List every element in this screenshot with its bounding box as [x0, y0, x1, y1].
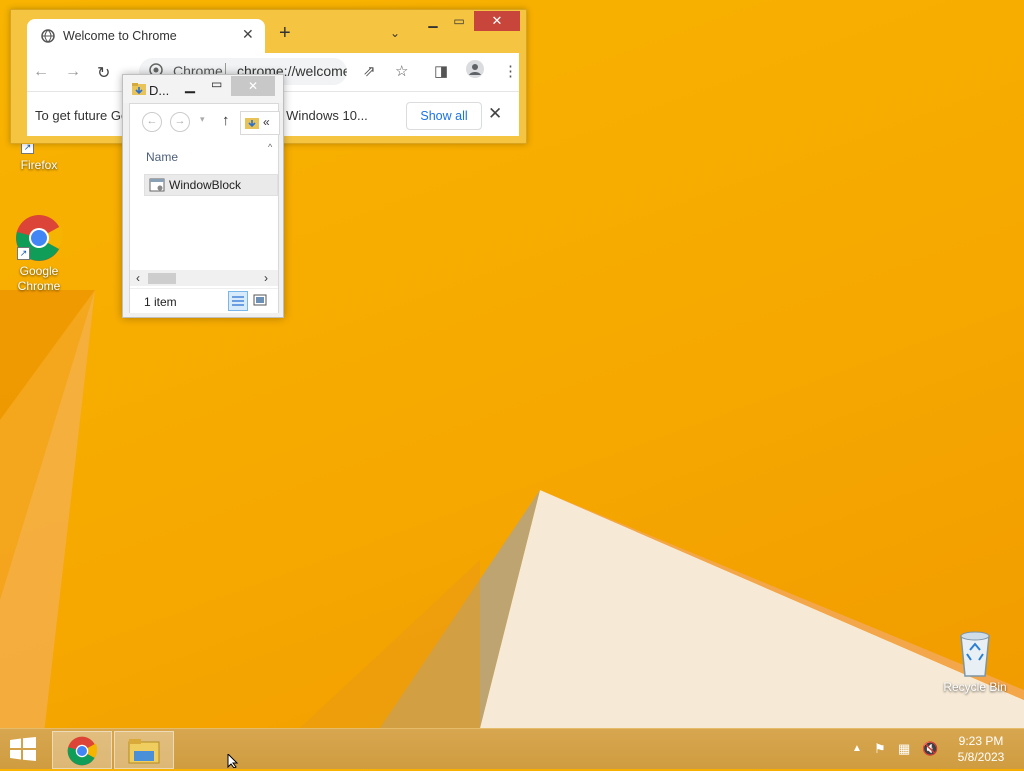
share-icon[interactable]: ⇗ [363, 62, 376, 80]
chrome-icon: ↗ [15, 214, 64, 262]
application-icon [149, 178, 165, 195]
folder-icon [128, 737, 160, 768]
scroll-thumb[interactable] [148, 273, 176, 284]
status-bar: 1 item [130, 288, 278, 313]
close-button[interactable]: ✕ [231, 76, 275, 96]
close-button[interactable]: ✕ [474, 11, 520, 31]
network-icon[interactable]: ▦ [898, 741, 910, 757]
close-icon[interactable]: ✕ [242, 26, 254, 43]
file-explorer-window: D... ▁ ▭ ✕ ← → ▾ ↑ « Name ^ WindowBlock [122, 74, 284, 318]
desktop-icon-label: Firefox [20, 158, 58, 172]
taskbar-file-explorer[interactable] [114, 731, 174, 769]
recycle-bin-icon [957, 630, 993, 678]
reload-icon[interactable]: ↻ [97, 63, 110, 83]
scroll-left-icon[interactable]: ‹ [136, 271, 140, 285]
maximize-button[interactable]: ▭ [447, 11, 471, 31]
mouse-pointer-icon [227, 752, 239, 771]
flag-icon[interactable]: ⚑ [874, 741, 886, 757]
back-icon[interactable]: ← [33, 63, 49, 81]
minimize-button[interactable]: ▁ [185, 78, 195, 94]
scroll-right-icon[interactable]: › [264, 271, 268, 285]
minimize-button[interactable]: ▁ [421, 11, 445, 31]
breadcrumb-overflow-icon[interactable]: « [263, 115, 270, 129]
folder-icon [244, 116, 260, 133]
explorer-titlebar[interactable]: D... ▁ ▭ ✕ [123, 75, 283, 103]
address-bar[interactable]: « [240, 111, 280, 135]
list-item[interactable]: WindowBlock [144, 174, 278, 196]
profile-icon[interactable] [465, 59, 485, 83]
sort-up-icon: ^ [268, 142, 273, 152]
more-icon[interactable]: ⋮ [503, 62, 518, 80]
back-icon[interactable]: ← [142, 112, 162, 132]
clock-date: 5/8/2023 [957, 750, 1005, 764]
desktop-icon-google-chrome[interactable]: ↗ Google Chrome [4, 214, 74, 294]
explorer-nav: ← → ▾ ↑ « [130, 104, 280, 138]
chrome-icon [67, 736, 98, 769]
file-name: WindowBlock [169, 178, 242, 192]
clock-time: 9:23 PM [958, 734, 1004, 748]
shortcut-arrow-icon: ↗ [17, 247, 30, 260]
globe-icon [41, 29, 55, 46]
desktop-icon-label: Recycle Bin [943, 680, 1007, 694]
close-icon[interactable]: ✕ [488, 104, 502, 124]
chevron-down-icon[interactable]: ▾ [200, 114, 205, 125]
tab-title: Welcome to Chrome [63, 29, 177, 43]
forward-icon[interactable]: → [65, 63, 81, 81]
window-title: D... [149, 83, 170, 98]
chevron-down-icon[interactable]: ⌄ [390, 26, 400, 40]
taskbar: ▲ ⚑ ▦ 🔇 9:23 PM 5/8/2023 [0, 728, 1024, 769]
horizontal-scrollbar[interactable]: ‹ › [130, 270, 278, 286]
maximize-button[interactable]: ▭ [211, 77, 222, 91]
details-view-icon[interactable] [228, 291, 248, 311]
large-icons-view-icon[interactable] [252, 292, 268, 308]
volume-muted-icon[interactable]: 🔇 [922, 741, 938, 757]
show-all-button[interactable]: Show all [406, 102, 482, 130]
explorer-content: ← → ▾ ↑ « Name ^ WindowBlock ‹ › 1 item [129, 103, 280, 313]
star-icon[interactable]: ☆ [395, 62, 408, 80]
folder-icon [131, 81, 147, 100]
windows-logo-icon[interactable] [8, 737, 38, 764]
taskbar-chrome[interactable] [52, 731, 112, 769]
sidepanel-icon[interactable]: ◨ [434, 62, 448, 80]
column-header-name[interactable]: Name [146, 150, 178, 164]
desktop-icon-recycle-bin[interactable]: Recycle Bin [940, 630, 1010, 695]
clock[interactable]: 9:23 PM 5/8/2023 [946, 733, 1016, 765]
tab-welcome[interactable]: Welcome to Chrome ✕ [27, 19, 265, 53]
chevron-up-icon[interactable]: ▲ [852, 743, 862, 754]
plus-icon[interactable]: + [279, 23, 291, 43]
up-arrow-icon[interactable]: ↑ [222, 112, 230, 129]
desktop-icon-label: Google Chrome [17, 264, 61, 293]
item-count: 1 item [144, 295, 177, 309]
forward-icon[interactable]: → [170, 112, 190, 132]
